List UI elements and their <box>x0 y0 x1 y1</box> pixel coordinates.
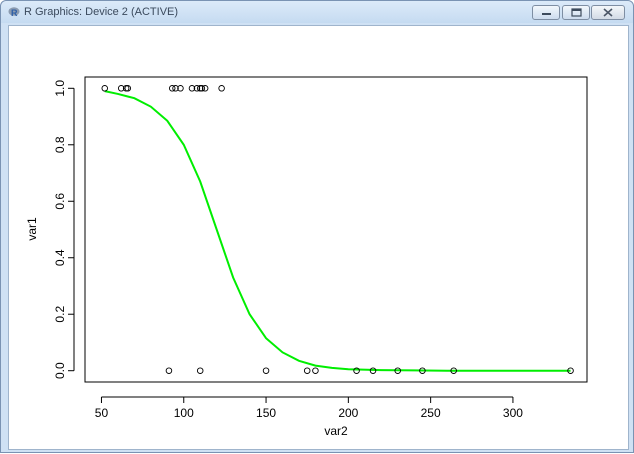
x-axis: 50 100 150 200 250 300 <box>95 396 523 420</box>
y-tick-label: 0.2 <box>53 306 67 323</box>
data-point <box>218 85 225 92</box>
close-icon <box>603 8 613 17</box>
r-graphics-window: R R Graphics: Device 2 (ACTIVE) 50 100 150… <box>0 0 634 453</box>
x-tick-label: 300 <box>503 406 523 420</box>
x-axis-label: var2 <box>324 424 348 438</box>
fitted-curve <box>104 90 571 372</box>
r-app-icon: R <box>8 7 20 18</box>
y-tick-label: 0.6 <box>53 193 67 210</box>
title-bar[interactable]: R R Graphics: Device 2 (ACTIVE) <box>1 1 633 23</box>
minimize-icon <box>542 13 551 15</box>
x-tick-label: 250 <box>421 406 441 420</box>
y-tick-label: 0.0 <box>53 362 67 379</box>
plot-frame <box>84 76 588 383</box>
y-axis-label: var1 <box>25 217 39 241</box>
x-tick-label: 100 <box>174 406 194 420</box>
plot-area: 50 100 150 200 250 300 0.0 0.2 0.4 0.6 0.8 1.0 var… <box>8 25 629 450</box>
data-point <box>165 367 173 374</box>
data-point <box>303 367 311 374</box>
close-button[interactable] <box>591 5 625 20</box>
y-axis: 0.0 0.2 0.4 0.6 0.8 1.0 <box>53 80 75 379</box>
x-tick-label: 50 <box>95 406 109 420</box>
data-point <box>312 367 319 374</box>
minimize-button[interactable] <box>532 5 560 20</box>
window-title: R Graphics: Device 2 (ACTIVE) <box>24 6 179 18</box>
y-tick-label: 0.4 <box>53 249 67 266</box>
data-point <box>262 367 270 374</box>
maximize-icon <box>571 8 582 17</box>
data-point <box>196 367 204 374</box>
y-tick-label: 0.8 <box>53 136 67 153</box>
data-point <box>101 85 109 92</box>
x-tick-label: 200 <box>338 406 358 420</box>
maximize-button[interactable] <box>562 5 590 20</box>
x-tick-label: 150 <box>256 406 276 420</box>
svg-text:R: R <box>11 8 18 18</box>
scatter-plot: 50 100 150 200 250 300 0.0 0.2 0.4 0.6 0.8 1.0 var… <box>25 76 588 438</box>
y-tick-label: 1.0 <box>53 80 67 97</box>
